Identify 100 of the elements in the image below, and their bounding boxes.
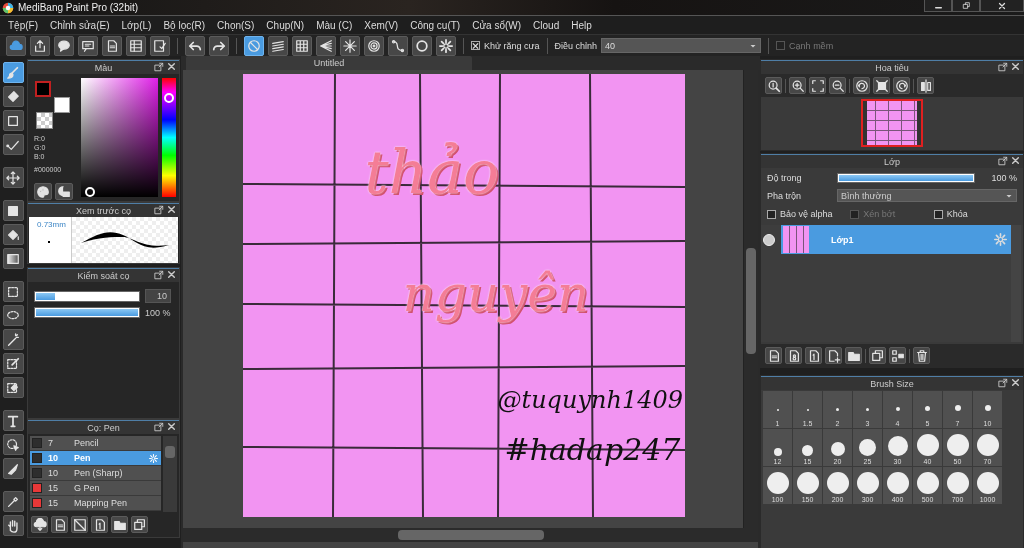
hue-handle[interactable] xyxy=(164,93,174,104)
brush-list-item[interactable]: 15 G Pen xyxy=(30,481,162,496)
selection-pen-tool-button[interactable] xyxy=(2,353,24,374)
grid-button[interactable] xyxy=(292,35,312,56)
magic-wand-tool-button[interactable] xyxy=(2,329,24,350)
scrollbar-thumb[interactable] xyxy=(746,248,756,354)
paint-bucket-tool-button[interactable] xyxy=(2,224,24,245)
background-color-swatch[interactable] xyxy=(54,97,70,113)
blend-mode-dropdown[interactable]: Bình thường xyxy=(837,189,1017,202)
menu-item[interactable]: Công cụ(T) xyxy=(404,19,467,31)
flip-button[interactable] xyxy=(917,77,934,94)
radial-lines-button[interactable] xyxy=(340,35,360,56)
undo-button[interactable] xyxy=(185,35,205,56)
page-button[interactable] xyxy=(765,347,782,364)
rotate-left-button[interactable] xyxy=(853,77,870,94)
brush-list-item[interactable]: 7 Pencil xyxy=(30,436,162,451)
table-button[interactable] xyxy=(126,35,146,56)
curve-button[interactable] xyxy=(388,35,408,56)
trash-button[interactable] xyxy=(913,347,930,364)
filled-square-tool-button[interactable] xyxy=(2,200,24,221)
checklist-button[interactable] xyxy=(150,35,170,56)
document-tab[interactable]: Untitled xyxy=(186,56,472,70)
palette-button[interactable] xyxy=(34,183,52,200)
menu-item[interactable]: Chỉnh sửa(E) xyxy=(44,19,116,31)
menu-item[interactable]: Tệp(F) xyxy=(2,19,44,31)
hue-slider[interactable] xyxy=(162,78,176,197)
scrollbar-thumb[interactable] xyxy=(165,446,176,458)
correction-dropdown[interactable]: 40 xyxy=(601,38,762,53)
picker-handle[interactable] xyxy=(85,187,95,197)
polyline-tool-button[interactable] xyxy=(2,134,24,155)
zoom-in-button[interactable] xyxy=(789,77,806,94)
menu-item[interactable]: Cửa sổ(W) xyxy=(466,19,528,31)
page-plus-button[interactable] xyxy=(825,347,842,364)
rectangle-tool-button[interactable] xyxy=(2,110,24,131)
scrollbar[interactable] xyxy=(1011,225,1021,342)
selection-eraser-tool-button[interactable] xyxy=(2,377,24,398)
size-input[interactable]: 10 xyxy=(145,289,171,303)
rotate-right-button[interactable] xyxy=(893,77,910,94)
menu-item[interactable]: Help xyxy=(565,19,598,31)
menu-item[interactable]: Cloud xyxy=(527,19,566,31)
parallel-lines-button[interactable] xyxy=(268,35,288,56)
gear-button[interactable] xyxy=(436,35,456,56)
fit-screen-button[interactable] xyxy=(809,77,826,94)
comment-button[interactable] xyxy=(78,35,98,56)
scrollbar-thumb[interactable] xyxy=(398,530,544,540)
menu-item[interactable]: Chọn(S) xyxy=(211,19,261,31)
brush-list-item[interactable]: 10 Pen (Sharp) xyxy=(30,466,162,481)
text-tool-button[interactable] xyxy=(2,410,24,431)
merge-button[interactable] xyxy=(889,347,906,364)
menu-item[interactable]: Lớp(L) xyxy=(115,19,158,31)
menu-item[interactable]: Màu (C) xyxy=(310,19,359,31)
cloud-download-button[interactable] xyxy=(31,516,48,533)
visibility-toggle[interactable] xyxy=(763,233,775,246)
page-eight-button[interactable] xyxy=(785,347,802,364)
page-button[interactable] xyxy=(51,516,68,533)
lasso-tool-button[interactable] xyxy=(2,305,24,326)
slider-track[interactable] xyxy=(34,290,140,302)
folder-button[interactable] xyxy=(845,347,862,364)
saturation-value-picker[interactable] xyxy=(81,78,158,197)
zoom-out-button[interactable] xyxy=(829,77,846,94)
foreground-color-swatch[interactable] xyxy=(35,81,51,97)
concentric-circles-button[interactable] xyxy=(364,35,384,56)
duplicate-button[interactable] xyxy=(131,516,148,533)
perspective-button[interactable] xyxy=(316,35,336,56)
palette-card-button[interactable] xyxy=(55,183,73,200)
redo-button[interactable] xyxy=(209,35,229,56)
eyedropper-tool-button[interactable] xyxy=(2,491,24,512)
speech-bubble-button[interactable] xyxy=(54,35,74,56)
upload-button[interactable] xyxy=(30,35,50,56)
minimize-button[interactable] xyxy=(924,0,952,12)
zoom-actual-button[interactable] xyxy=(765,77,782,94)
hand-tool-button[interactable] xyxy=(2,515,24,536)
checkbox[interactable] xyxy=(471,41,480,50)
page-number-button[interactable] xyxy=(91,516,108,533)
brush-list-item[interactable]: 15 Mapping Pen xyxy=(30,496,162,511)
checkbox[interactable] xyxy=(767,209,776,219)
brush-tool-button[interactable] xyxy=(2,62,24,83)
rectangle-selection-tool-button[interactable] xyxy=(2,281,24,302)
horizontal-scrollbar[interactable] xyxy=(183,528,758,542)
pointer-selection-tool-button[interactable] xyxy=(2,434,24,455)
page-button[interactable] xyxy=(102,35,122,56)
gradient-tool-button[interactable] xyxy=(2,248,24,269)
checkbox[interactable] xyxy=(933,209,943,219)
no-symbol-button[interactable] xyxy=(244,35,264,56)
restore-button[interactable] xyxy=(952,0,980,12)
canvas-thumbnail[interactable] xyxy=(861,99,923,147)
folder-button[interactable] xyxy=(111,516,128,533)
close-button[interactable] xyxy=(980,0,1024,12)
duplicate-button[interactable] xyxy=(869,347,886,364)
page-number-button[interactable] xyxy=(805,347,822,364)
scrollbar[interactable] xyxy=(163,436,177,512)
circle-button[interactable] xyxy=(412,35,432,56)
transparent-swatch[interactable] xyxy=(36,112,53,129)
menu-item[interactable]: Xem(V) xyxy=(358,19,405,31)
move-tool-button[interactable] xyxy=(2,167,24,188)
knife-tool-button[interactable] xyxy=(2,458,24,479)
eraser-tool-button[interactable] xyxy=(2,86,24,107)
cloud-button[interactable] xyxy=(6,35,26,56)
menu-item[interactable]: Chụp(N) xyxy=(260,19,311,31)
menu-item[interactable]: Bộ lọc(R) xyxy=(157,19,212,31)
